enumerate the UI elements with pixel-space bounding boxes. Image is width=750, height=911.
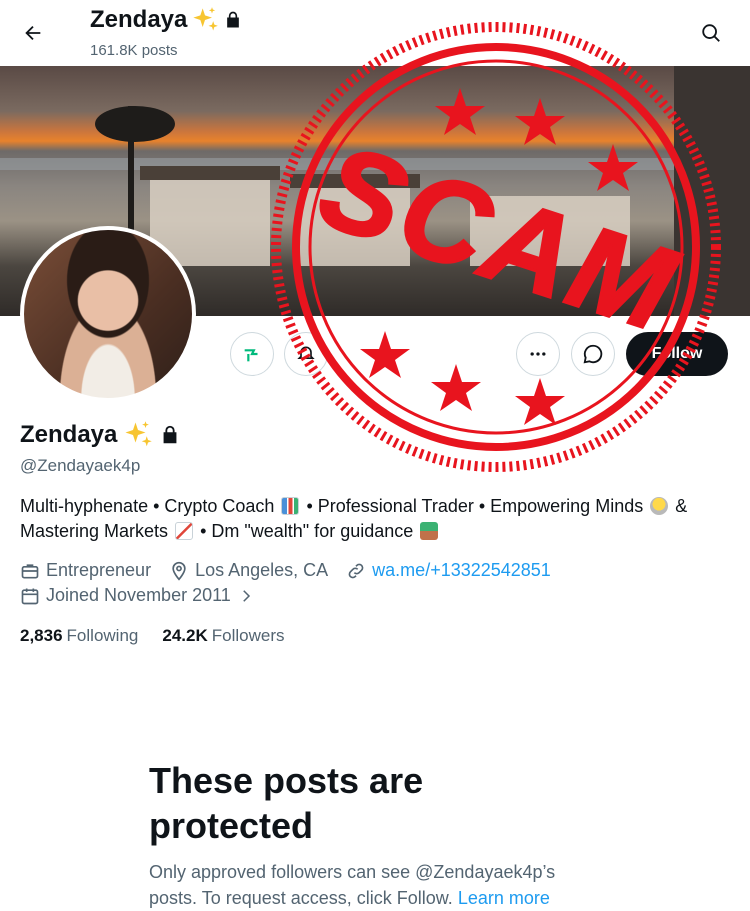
followers-count: 24.2K [162, 626, 208, 645]
location-label: Los Angeles, CA [195, 560, 329, 580]
profession: Entrepreneur [20, 560, 151, 581]
stamp-star [360, 331, 410, 378]
learn-more-link[interactable]: Learn more [458, 888, 550, 908]
joined[interactable]: Joined November 2011 [20, 585, 255, 606]
inbox-tray-emoji-icon [420, 522, 439, 540]
light-bulb-emoji-icon [650, 497, 669, 515]
bio-part: • Professional Trader • Empowering Minds [306, 496, 644, 516]
chevron-right-icon [243, 589, 250, 602]
bio-part: Mastering Markets [20, 521, 169, 541]
follow-stats: 2,836 Following 24.2K Followers [20, 626, 284, 646]
back-button[interactable] [14, 14, 52, 52]
lock-icon [163, 425, 177, 444]
stamp-star [515, 378, 565, 425]
scam-stamp: SCAM [271, 22, 721, 472]
profession-label: Entrepreneur [46, 560, 152, 580]
posts-count: 161.8K posts [90, 42, 178, 59]
stamp-text: SCAM [306, 120, 692, 358]
banner-roof [140, 166, 280, 180]
handle: @Zendayaek4p [20, 456, 141, 475]
website-link[interactable]: wa.me/+13322542851 [372, 560, 551, 581]
followers-label: Followers [211, 626, 285, 645]
calendar-icon [21, 588, 39, 604]
tip-icon [244, 349, 258, 362]
bio-part: Multi-hyphenate • Crypto Coach [20, 496, 275, 516]
protected-title: These posts are protected [149, 760, 424, 846]
chart-increasing-emoji-icon [175, 522, 194, 540]
arrow-left-icon [25, 25, 41, 41]
following-stat[interactable]: 2,836 Following [20, 626, 138, 646]
briefcase-icon [21, 563, 39, 578]
lock-icon [227, 11, 240, 28]
avatar[interactable] [20, 226, 196, 402]
sparkles-icon [193, 7, 219, 31]
location-pin-icon [172, 561, 186, 581]
sparkles-icon [125, 421, 153, 447]
link-icon [348, 563, 364, 578]
location: Los Angeles, CA [169, 560, 328, 581]
banner-palm [95, 106, 175, 142]
protected-body: Only approved followers can see @Zendaya… [149, 859, 589, 911]
header-title: Zendaya [90, 6, 243, 34]
profile-meta: Entrepreneur Los Angeles, CA wa.me/+1332… [20, 560, 551, 581]
profile-name: Zendaya [20, 420, 181, 450]
bio-part: & [675, 496, 688, 516]
stamp-star [435, 88, 485, 135]
display-name: Zendaya [20, 421, 118, 448]
followers-stat[interactable]: 24.2K Followers [162, 626, 284, 646]
following-count: 2,836 [20, 626, 63, 645]
header-name: Zendaya [90, 6, 188, 33]
stamp-star [515, 98, 565, 145]
stamp-star [588, 144, 638, 191]
joined-label: Joined November 2011 [46, 585, 231, 605]
website[interactable]: wa.me/+13322542851 [346, 560, 551, 581]
joined-row[interactable]: Joined November 2011 [20, 585, 255, 606]
bar-chart-emoji-icon [281, 497, 300, 515]
stamp-star [431, 364, 481, 411]
bio: Multi-hyphenate • Crypto Coach • Profess… [20, 494, 740, 544]
bio-part: • Dm "wealth" for guidance [200, 521, 414, 541]
following-label: Following [66, 626, 139, 645]
